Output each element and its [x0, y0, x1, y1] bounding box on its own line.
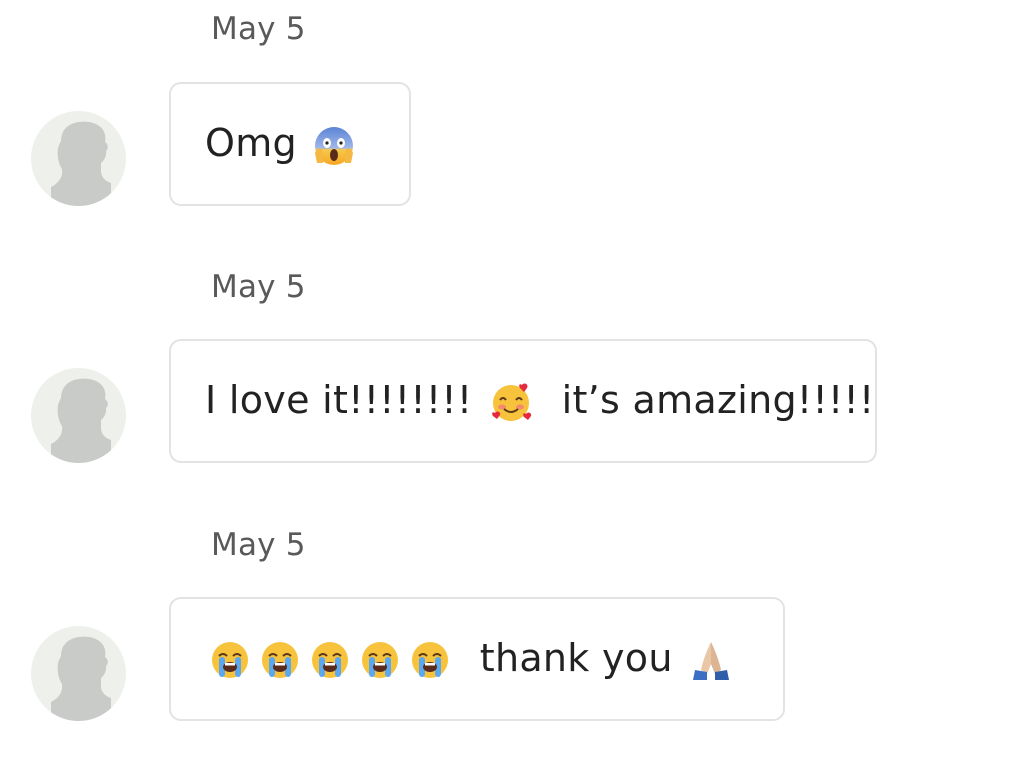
loudly-crying-face-emoji-icon [259, 639, 301, 681]
message-text: thank you [205, 636, 737, 683]
message-text-segment: it’s amazing!!!!! [536, 377, 875, 422]
message-text: Omg [205, 121, 359, 167]
avatar-icon[interactable] [31, 368, 126, 463]
screaming-face-emoji-icon [313, 125, 355, 167]
loudly-crying-face-emoji-icon [359, 639, 401, 681]
folded-hands-emoji-icon [689, 638, 733, 682]
avatar-icon[interactable] [31, 111, 126, 206]
loudly-crying-face-emoji-icon [409, 639, 451, 681]
message-date: May 5 [211, 11, 306, 47]
message-date: May 5 [211, 527, 306, 563]
message-bubble[interactable]: I love it!!!!!!!! it’s amazing!!!!! [169, 339, 877, 463]
message-text-segment: I love it!!!!!!!! [205, 377, 485, 422]
smiling-face-with-hearts-emoji-icon [489, 380, 533, 424]
avatar-icon[interactable] [31, 626, 126, 721]
message-text-segment: thank you [455, 635, 686, 680]
message-bubble[interactable]: Omg [169, 82, 411, 206]
message-group: May 5 Omg [0, 14, 1024, 214]
message-thread: May 5 Omg May 5 I love it!!!!!!!! it’s a… [0, 0, 1024, 776]
message-date: May 5 [211, 269, 306, 305]
message-group: May 5 thank you [0, 530, 1024, 730]
message-group: May 5 I love it!!!!!!!! it’s amazing!!!!… [0, 272, 1024, 472]
loudly-crying-face-emoji-icon [309, 639, 351, 681]
message-bubble[interactable]: thank you [169, 597, 785, 721]
loudly-crying-face-emoji-icon [209, 639, 251, 681]
message-text: I love it!!!!!!!! it’s amazing!!!!! [205, 378, 875, 425]
message-text-segment: Omg [205, 121, 310, 166]
